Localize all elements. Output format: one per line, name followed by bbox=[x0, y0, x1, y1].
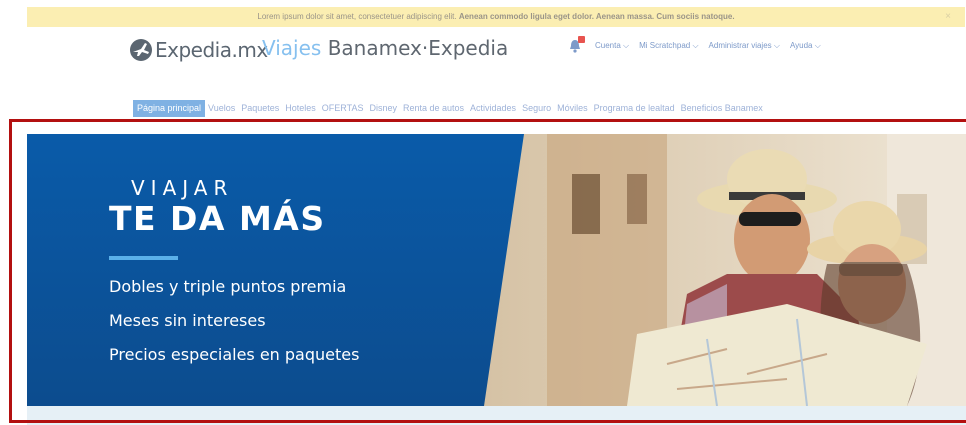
globe-plane-icon bbox=[130, 39, 152, 61]
page: Lorem ipsum dolor sit amet, consectetuer… bbox=[0, 0, 966, 425]
notice-text: Lorem ipsum dolor sit amet, consectetuer… bbox=[257, 12, 457, 21]
tab-beneficios-banamex[interactable]: Beneficios Banamex bbox=[678, 100, 766, 117]
expedia-logo[interactable]: Expedia.mx bbox=[130, 35, 268, 65]
hero-divider bbox=[109, 256, 178, 260]
tab-renta-de-autos[interactable]: Renta de autos bbox=[400, 100, 467, 117]
hero-title-line2: TE DA MÁS bbox=[109, 199, 326, 238]
notification-badge bbox=[578, 36, 585, 43]
tab-ofertas[interactable]: OFERTAS bbox=[319, 100, 367, 117]
main-nav: Página principal Vuelos Paquetes Hoteles… bbox=[133, 100, 766, 117]
tab-seguro[interactable]: Seguro bbox=[519, 100, 554, 117]
hero-title-line1: VIAJAR bbox=[131, 176, 234, 200]
nav-ayuda[interactable]: Ayuda bbox=[790, 41, 821, 51]
tab-actividades[interactable]: Actividades bbox=[467, 100, 519, 117]
tab-programa-de-lealtad[interactable]: Programa de lealtad bbox=[591, 100, 678, 117]
tab-moviles[interactable]: Móviles bbox=[554, 100, 591, 117]
notice-text-bold: Aenean commodo ligula eget dolor. Aenean… bbox=[458, 12, 735, 21]
hero-banner[interactable] bbox=[27, 134, 966, 406]
bell-icon[interactable] bbox=[567, 36, 585, 54]
hero-bullet: Dobles y triple puntos premia bbox=[109, 277, 347, 296]
brand-viajes: Viajes bbox=[262, 36, 322, 60]
nav-cuenta[interactable]: Cuenta bbox=[595, 41, 629, 51]
nav-scratchpad[interactable]: Mi Scratchpad bbox=[639, 41, 698, 51]
brand-banamex: Banamex bbox=[327, 36, 422, 60]
logo-text: Expedia.mx bbox=[155, 38, 268, 62]
brand-expedia: Expedia bbox=[428, 36, 509, 60]
notice-close-icon[interactable]: × bbox=[945, 7, 951, 27]
tab-paquetes[interactable]: Paquetes bbox=[238, 100, 282, 117]
notice-bar: Lorem ipsum dolor sit amet, consectetuer… bbox=[27, 7, 965, 27]
nav-administrar-viajes[interactable]: Administrar viajes bbox=[709, 41, 780, 51]
account-nav: Cuenta Mi Scratchpad Administrar viajes … bbox=[567, 36, 821, 54]
content-strip bbox=[27, 406, 966, 425]
tab-vuelos[interactable]: Vuelos bbox=[205, 100, 238, 117]
tab-hoteles[interactable]: Hoteles bbox=[282, 100, 319, 117]
hero-bullet: Meses sin intereses bbox=[109, 311, 266, 330]
tab-pagina-principal[interactable]: Página principal bbox=[133, 100, 206, 117]
brand-title: Viajes Banamex·Expedia bbox=[262, 36, 508, 60]
hero-bullet: Precios especiales en paquetes bbox=[109, 345, 360, 364]
tab-disney[interactable]: Disney bbox=[366, 100, 400, 117]
hero-panel-shape bbox=[27, 134, 524, 406]
